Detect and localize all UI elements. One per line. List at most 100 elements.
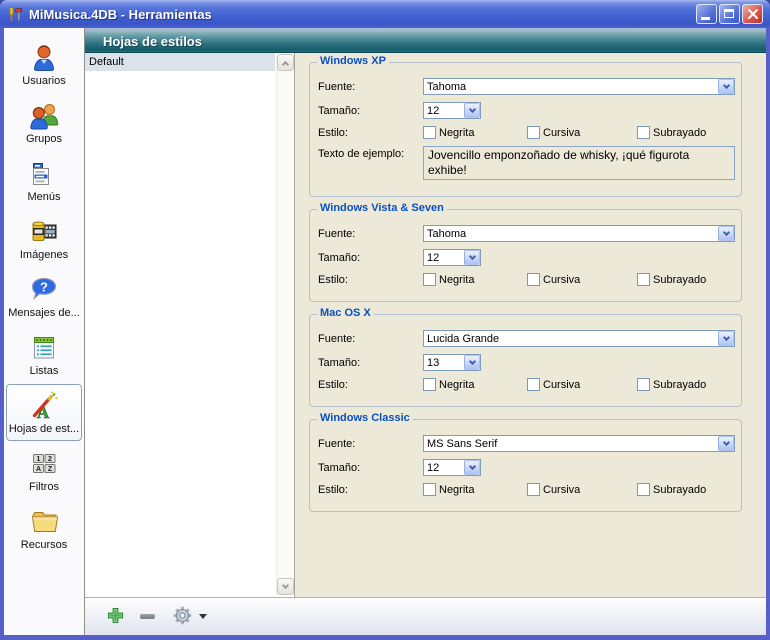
combo-dropdown-button[interactable] <box>464 355 480 370</box>
sidebar-item-hojas-de-estilos[interactable]: A Hojas de est... <box>6 384 82 441</box>
page-title-bar: Hojas de estilos <box>85 28 766 53</box>
maximize-button[interactable] <box>719 4 740 24</box>
italic-checkbox[interactable] <box>527 126 540 139</box>
window-body: Usuarios Grupos <box>4 28 766 635</box>
message-question-icon: ? <box>28 274 60 306</box>
italic-checkbox[interactable] <box>527 378 540 391</box>
chevron-down-icon <box>722 333 729 340</box>
combo-dropdown-button[interactable] <box>718 331 734 346</box>
combo-dropdown-button[interactable] <box>718 436 734 451</box>
scroll-up-button[interactable] <box>277 54 294 71</box>
sidebar-item-grupos[interactable]: Grupos <box>6 94 82 151</box>
bold-checkbox[interactable] <box>423 126 436 139</box>
app-window: MiMusica.4DB - Herramientas <box>0 0 770 640</box>
film-roll-icon <box>28 216 60 248</box>
sidebar-item-mensajes[interactable]: ? Mensajes de... <box>6 268 82 325</box>
size-combobox-windows-classic[interactable]: 12 <box>423 459 481 476</box>
style-row: Estilo: Negrita Cursiva Su <box>318 273 737 286</box>
font-value: MS Sans Serif <box>424 438 718 450</box>
chevron-down-icon <box>468 252 475 259</box>
font-value: Tahoma <box>424 228 718 240</box>
sidebar-item-recursos[interactable]: Recursos <box>6 500 82 557</box>
font-value: Tahoma <box>424 81 718 93</box>
plus-icon <box>107 607 124 627</box>
sidebar-item-menus[interactable]: Menús <box>6 152 82 209</box>
size-value: 13 <box>424 357 464 369</box>
gear-icon <box>173 606 192 628</box>
font-combobox-mac-os-x[interactable]: Lucida Grande <box>423 330 735 347</box>
bold-checkbox[interactable] <box>423 378 436 391</box>
list-item-label: Default <box>89 56 124 68</box>
sidebar-item-label: Mensajes de... <box>8 307 80 319</box>
combo-dropdown-button[interactable] <box>464 460 480 475</box>
chevron-down-icon <box>468 357 475 364</box>
underline-checkbox[interactable] <box>637 483 650 496</box>
sidebar-item-usuarios[interactable]: Usuarios <box>6 36 82 93</box>
list-scrollbar[interactable] <box>276 54 293 595</box>
chevron-down-icon <box>468 462 475 469</box>
svg-text:1: 1 <box>37 456 41 463</box>
size-combobox-mac-os-x[interactable]: 13 <box>423 354 481 371</box>
font-value: Lucida Grande <box>424 333 718 345</box>
font-label: Fuente: <box>318 333 423 345</box>
chevron-down-icon <box>722 438 729 445</box>
tools-icon <box>7 6 24 23</box>
bold-checkbox[interactable] <box>423 483 436 496</box>
group-windows-vista-seven: Windows Vista & Seven Fuente: Tahoma Tam… <box>309 209 742 302</box>
sample-text-field[interactable]: Jovencillo emponzoñado de whisky, ¡qué f… <box>423 146 735 180</box>
size-value: 12 <box>424 105 464 117</box>
sort-filter-icon: 12AZ <box>28 448 60 480</box>
underline-checkbox[interactable] <box>637 273 650 286</box>
italic-checkbox[interactable] <box>527 273 540 286</box>
close-button[interactable] <box>742 4 763 24</box>
font-combobox-vista-seven[interactable]: Tahoma <box>423 225 735 242</box>
underline-label: Subrayado <box>653 379 706 391</box>
add-button[interactable] <box>103 605 127 629</box>
size-label: Tamaño: <box>318 252 423 264</box>
bold-label: Negrita <box>439 127 474 139</box>
italic-checkbox[interactable] <box>527 483 540 496</box>
sidebar-item-label: Imágenes <box>20 249 68 261</box>
size-combobox-windows-xp[interactable]: 12 <box>423 102 481 119</box>
sidebar: Usuarios Grupos <box>4 28 85 635</box>
chevron-down-icon <box>282 581 289 588</box>
size-combobox-vista-seven[interactable]: 12 <box>423 249 481 266</box>
size-row: Tamaño: 12 <box>318 102 737 119</box>
notepad-list-icon <box>28 332 60 364</box>
combo-dropdown-button[interactable] <box>718 79 734 94</box>
font-combobox-windows-xp[interactable]: Tahoma <box>423 78 735 95</box>
sidebar-item-label: Menús <box>27 191 60 203</box>
combo-dropdown-button[interactable] <box>718 226 734 241</box>
font-label: Fuente: <box>318 228 423 240</box>
italic-label: Cursiva <box>543 484 580 496</box>
style-label: Estilo: <box>318 484 423 496</box>
sidebar-item-imagenes[interactable]: Imágenes <box>6 210 82 267</box>
font-combobox-windows-classic[interactable]: MS Sans Serif <box>423 435 735 452</box>
minimize-icon <box>701 17 710 20</box>
style-row: Estilo: Negrita Cursiva Su <box>318 483 737 496</box>
svg-text:?: ? <box>40 279 48 294</box>
combo-dropdown-button[interactable] <box>464 103 480 118</box>
list-item-default[interactable]: Default <box>85 53 275 71</box>
style-label: Estilo: <box>318 127 423 139</box>
italic-label: Cursiva <box>543 379 580 391</box>
font-label: Fuente: <box>318 81 423 93</box>
remove-button[interactable] <box>135 605 159 629</box>
scroll-down-button[interactable] <box>277 578 294 595</box>
underline-checkbox[interactable] <box>637 378 650 391</box>
underline-checkbox[interactable] <box>637 126 650 139</box>
sidebar-item-label: Filtros <box>29 481 59 493</box>
close-icon <box>743 5 762 23</box>
combo-dropdown-button[interactable] <box>464 250 480 265</box>
group-title: Windows XP <box>317 55 389 67</box>
sidebar-item-listas[interactable]: Listas <box>6 326 82 383</box>
group-title: Windows Classic <box>317 412 413 424</box>
settings-menu-button[interactable] <box>173 606 207 628</box>
sidebar-item-filtros[interactable]: 12AZ Filtros <box>6 442 82 499</box>
size-value: 12 <box>424 462 464 474</box>
sidebar-item-label: Grupos <box>26 133 62 145</box>
page-title: Hojas de estilos <box>103 34 202 49</box>
minus-icon <box>140 614 155 619</box>
bold-checkbox[interactable] <box>423 273 436 286</box>
minimize-button[interactable] <box>696 4 717 24</box>
